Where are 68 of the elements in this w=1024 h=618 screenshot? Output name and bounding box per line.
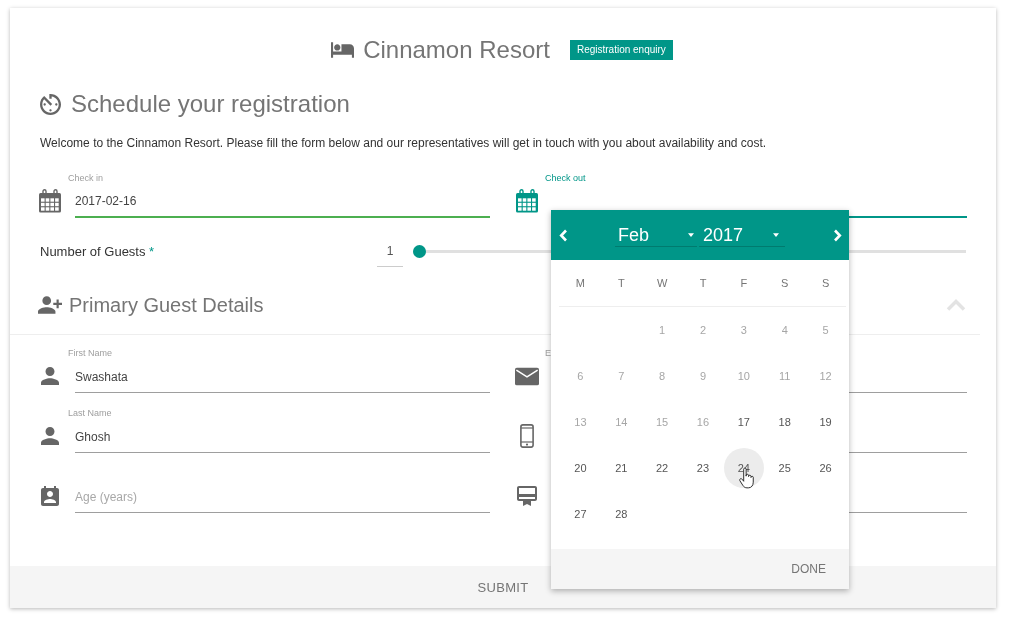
mobile-phone-icon (520, 424, 534, 448)
guests-label: Number of Guests * (40, 243, 156, 259)
calendar-day: 10 (723, 356, 764, 396)
calendar-day: 4 (764, 310, 805, 350)
bed-icon (331, 42, 355, 58)
membership-card-icon (517, 486, 537, 506)
person-icon (41, 426, 59, 446)
calendar-day: 5 (805, 310, 846, 350)
calendar-day: 12 (805, 356, 846, 396)
guest-count-field[interactable]: 1 (377, 235, 403, 267)
weekday-label: S (781, 277, 789, 289)
timer-icon (40, 93, 61, 115)
contact-calendar-icon (41, 486, 59, 506)
calendar-icon (515, 189, 539, 213)
calendar-day[interactable]: 19 (805, 402, 846, 442)
intro-text: Welcome to the Cinnamon Resort. Please fill the form below and our representatives will get in touch with you about availability and cost. (40, 135, 768, 151)
calendar-day[interactable]: 17 (723, 402, 764, 442)
weekday-label: W (656, 277, 668, 289)
person-icon (41, 366, 59, 386)
field-label: E (545, 348, 551, 358)
calendar-day[interactable]: 21 (601, 448, 642, 488)
calendar-day: 8 (642, 356, 683, 396)
name-field[interactable]: Swashata (75, 359, 490, 393)
enquiry-badge: Registration enquiry (569, 40, 673, 60)
envelope-icon (515, 366, 539, 386)
calendar-icon (38, 189, 62, 213)
weekday-label: S (821, 277, 830, 289)
weekday-label: T (617, 277, 625, 289)
field-label: Last Name (68, 408, 112, 418)
calendar-day[interactable]: 26 (805, 448, 846, 488)
calendar-day[interactable]: 23 (683, 448, 723, 488)
calendar-day[interactable]: 25 (764, 448, 805, 488)
age-field[interactable]: Age (years) (75, 479, 490, 513)
caret-icon (773, 232, 779, 237)
calendar-day: 3 (723, 310, 764, 350)
add-person-icon (38, 296, 62, 314)
caret-icon (688, 232, 694, 237)
month-select[interactable]: Feb (615, 223, 697, 247)
calendar-day: 2 (683, 310, 723, 350)
weekday-label: M (575, 277, 585, 289)
date-field[interactable]: 2017-02-16 (75, 184, 490, 218)
calendar-day: 13 (560, 402, 601, 442)
section-heading: Primary Guest Details (69, 293, 265, 318)
name-field[interactable]: Ghosh (75, 419, 490, 453)
calendar-day: 7 (601, 356, 642, 396)
year-select[interactable]: 2017 (699, 223, 785, 247)
calendar-day: 11 (764, 356, 805, 396)
resort-title: Cinnamon Resort (363, 35, 550, 65)
calendar-day: 15 (642, 402, 683, 442)
chevron-right-icon (832, 228, 842, 242)
field-label: Check out (545, 173, 586, 183)
field-label: Check in (68, 173, 103, 183)
calendar-day[interactable]: 22 (642, 448, 683, 488)
weekday-label: F (740, 277, 748, 289)
weekday-label: T (699, 277, 707, 289)
calendar-day: 14 (601, 402, 642, 442)
chevron-left-icon (558, 228, 568, 242)
calendar-day[interactable]: 27 (560, 494, 601, 534)
calendar-day[interactable]: 20 (560, 448, 601, 488)
calendar-day[interactable]: 18 (764, 402, 805, 442)
slider-thumb[interactable] (413, 244, 426, 258)
calendar-day: 1 (642, 310, 683, 350)
calendar-day: 16 (683, 402, 723, 442)
calendar-day[interactable]: 28 (601, 494, 642, 534)
calendar-day: 9 (683, 356, 723, 396)
field-label: First Name (68, 348, 112, 358)
section-heading: Schedule your registration (71, 89, 350, 119)
calendar-day: 6 (560, 356, 601, 396)
